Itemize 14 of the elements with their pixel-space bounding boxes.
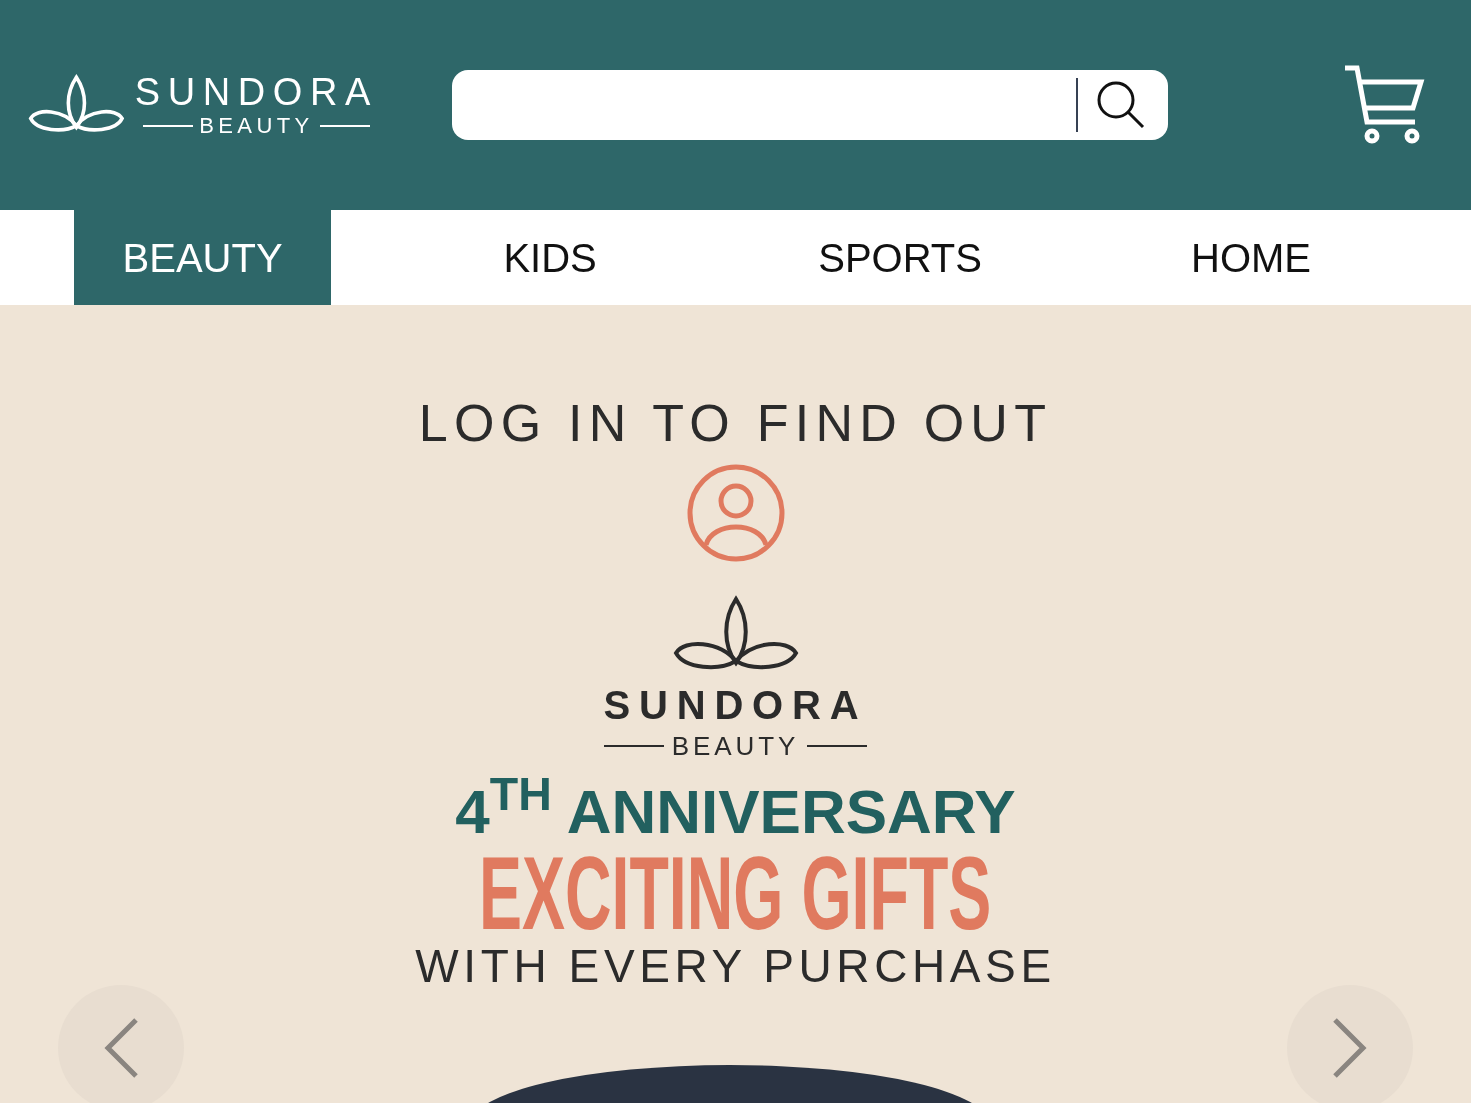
- logo-tagline: BEAUTY: [199, 115, 314, 137]
- banner-headline: LOG IN TO FIND OUT: [418, 397, 1053, 449]
- chevron-right-icon: [1333, 1018, 1367, 1078]
- logo-wordmark: SUNDORA: [134, 73, 378, 111]
- cart-icon[interactable]: [1343, 64, 1425, 146]
- category-tab[interactable]: BEAUTY: [74, 210, 332, 305]
- search-icon[interactable]: [1096, 80, 1146, 130]
- brand-wordmark: SUNDORA: [603, 685, 868, 725]
- offer-subline: WITH EVERY PURCHASE: [415, 943, 1056, 989]
- brand-tagline: BEAUTY: [671, 733, 800, 759]
- offer-title: EXCITING GIFTS: [479, 841, 992, 945]
- search-field[interactable]: [452, 70, 1168, 140]
- user-profile-icon: [685, 463, 786, 563]
- chevron-left-icon: [104, 1018, 138, 1078]
